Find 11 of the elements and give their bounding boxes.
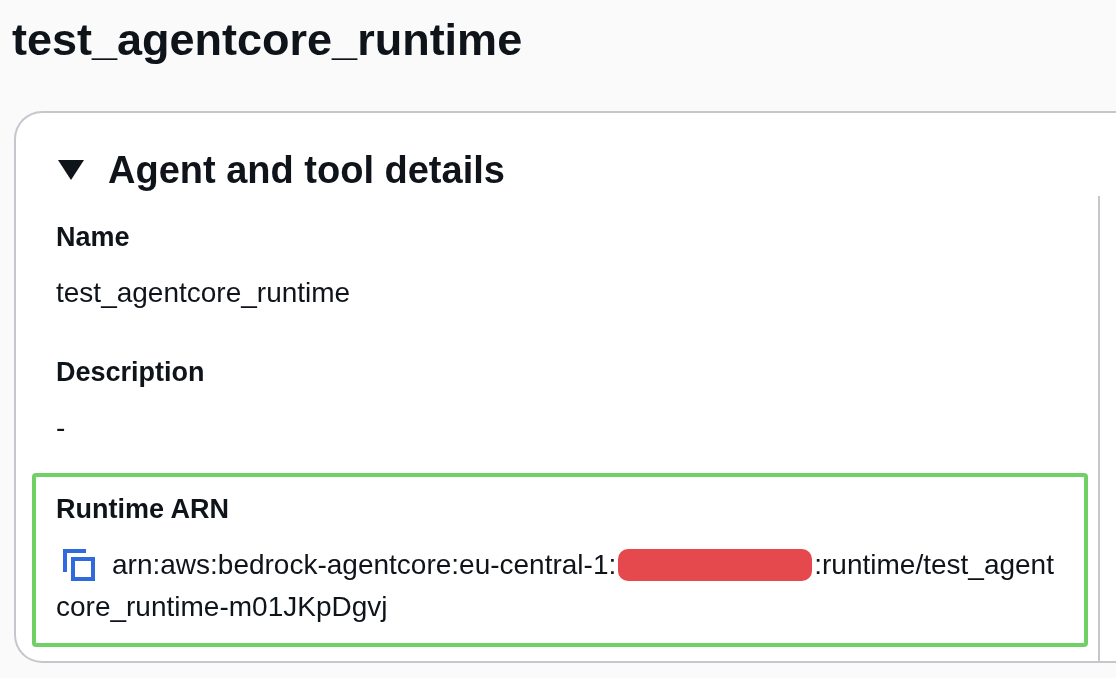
field-label: Name <box>56 221 130 254</box>
section-toggle[interactable]: Agent and tool details <box>58 150 505 190</box>
field-label: Runtime ARN <box>56 493 229 526</box>
arn-text: core_runtime-m01JKpDgvj <box>56 590 388 624</box>
field-value: test_agentcore_runtime <box>56 276 351 310</box>
page-title: test_agentcore_runtime <box>12 13 524 67</box>
arn-text: arn:aws:bedrock-agentcore:eu-central-1: <box>112 548 617 582</box>
field-label: Description <box>56 356 205 389</box>
field-value: - <box>56 411 66 445</box>
arn-text: :runtime/test_agent <box>814 548 1054 582</box>
copy-icon[interactable] <box>63 549 95 581</box>
